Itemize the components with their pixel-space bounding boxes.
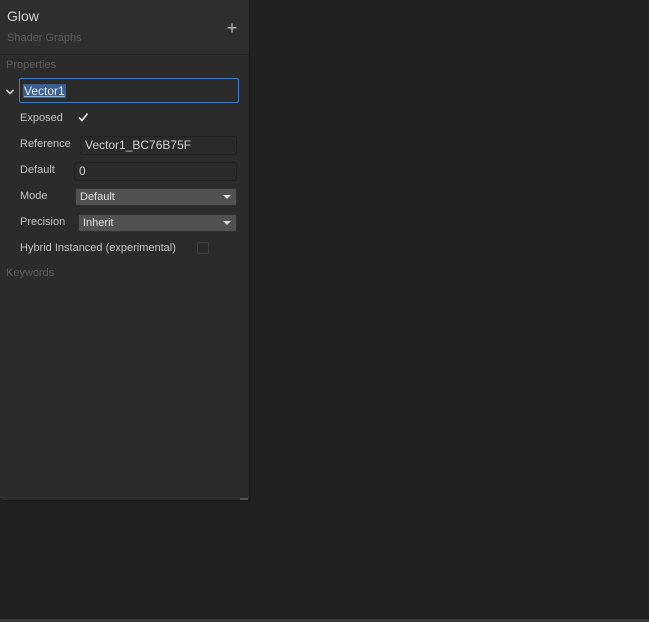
resize-handle[interactable] [240,498,248,500]
exposed-label: Exposed [20,112,63,124]
default-value-field[interactable]: 0 [74,162,237,181]
precision-dropdown[interactable]: Inherit [78,214,237,232]
hybrid-instanced-label: Hybrid Instanced (experimental) [20,242,176,254]
dropdown-arrow-icon [223,195,231,199]
blackboard-title: Glow [7,8,39,24]
blackboard-header: Glow Shader Graphs + [0,0,249,55]
mode-dropdown[interactable]: Default [75,188,237,206]
chevron-down-icon[interactable] [5,87,15,97]
blackboard-subtitle: Shader Graphs [7,32,82,44]
property-name-text[interactable]: Vector1 [23,84,66,98]
exposed-checkbox[interactable] [77,111,89,123]
hybrid-instanced-checkbox[interactable] [197,242,209,254]
precision-label: Precision [20,216,66,228]
default-label: Default [20,164,55,176]
reference-label: Reference [20,138,71,150]
mode-label: Mode [20,190,48,202]
properties-section-label: Properties [6,59,57,71]
property-name-field[interactable]: Vector1 [19,78,239,103]
plus-icon: + [226,18,238,38]
mode-value: Default [80,191,115,203]
keywords-section-label: Keywords [6,267,55,279]
add-property-button[interactable]: + [224,18,240,38]
dropdown-arrow-icon [223,221,231,225]
precision-value: Inherit [83,217,114,229]
blackboard-panel: Glow Shader Graphs + Properties Vector1 … [0,0,250,501]
graph-canvas[interactable]: Glow Shader Graphs + Properties Vector1 … [0,0,649,622]
reference-field[interactable]: Vector1_BC76B75F [80,136,237,155]
